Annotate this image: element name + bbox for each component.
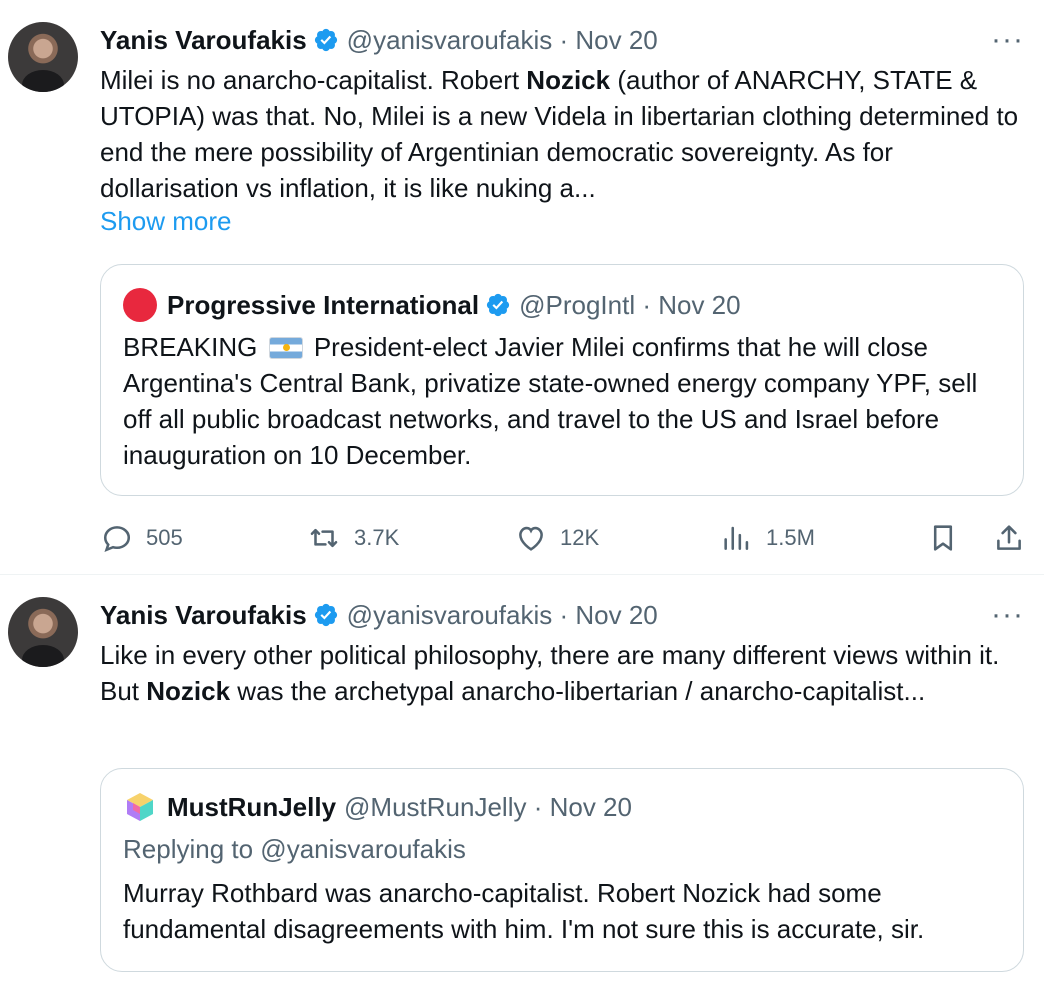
quoted-text-part: BREAKING: [123, 332, 265, 362]
repost-button[interactable]: 3.7K: [306, 518, 399, 558]
repost-icon: [310, 528, 338, 548]
views-chart-icon: [724, 526, 749, 550]
separator-dot: ·: [526, 791, 550, 822]
like-button[interactable]: 12K: [514, 518, 599, 558]
tweet-text: Milei is no anarcho-capitalist. Robert N…: [100, 62, 1020, 206]
tweet-date[interactable]: Nov 20: [575, 600, 657, 631]
like-count: 12K: [560, 525, 600, 550]
tweet-header: Yanis Varoufakis @yanisvaroufakis · Nov …: [100, 20, 658, 60]
repost-count: 3.7K: [354, 525, 400, 550]
quoted-tweet-text: BREAKING President-elect Javier Milei co…: [123, 329, 1003, 473]
tweet-text-bold: Nozick: [146, 676, 231, 706]
more-options-icon[interactable]: ···: [991, 600, 1024, 630]
views-button[interactable]: 1.5M: [720, 518, 815, 558]
tweet-text-bold: Nozick: [526, 65, 611, 95]
views-count: 1.5M: [766, 525, 815, 550]
action-bar: 505 3.7K 12K 1.5M: [100, 518, 1030, 558]
tweet-2[interactable]: Yanis Varoufakis @yanisvaroufakis · Nov …: [0, 575, 1044, 986]
avatar[interactable]: [8, 22, 78, 92]
reply-count: 505: [146, 525, 183, 550]
quoted-tweet[interactable]: MustRunJelly @MustRunJelly · Nov 20 Repl…: [100, 768, 1024, 972]
quoted-tweet-header: Progressive International @ProgIntl · No…: [123, 285, 741, 325]
separator-dot: ·: [635, 289, 659, 320]
share-button[interactable]: [992, 518, 1038, 558]
quoted-author-handle: @ProgIntl: [519, 289, 636, 320]
reply-icon: [103, 526, 131, 552]
bookmark-button[interactable]: [926, 518, 972, 558]
author-name[interactable]: Yanis Varoufakis: [100, 600, 307, 631]
author-handle[interactable]: @yanisvaroufakis: [347, 600, 553, 631]
show-more-link[interactable]: Show more: [100, 206, 232, 237]
quoted-author-name: MustRunJelly: [167, 791, 337, 822]
author-handle[interactable]: @yanisvaroufakis: [347, 25, 553, 56]
tweet-header: Yanis Varoufakis @yanisvaroufakis · Nov …: [100, 595, 658, 635]
quoted-avatar: [127, 793, 153, 821]
reply-button[interactable]: 505: [100, 518, 183, 558]
tweet-text-part: was the archetypal anarcho-libertarian /…: [230, 676, 926, 706]
quoted-date: Nov 20: [658, 289, 741, 320]
quoted-author-name: Progressive International: [167, 289, 480, 320]
argentina-flag-icon: [268, 337, 303, 359]
quoted-author-handle: @MustRunJelly: [344, 791, 527, 822]
quoted-tweet[interactable]: Progressive International @ProgIntl · No…: [100, 264, 1024, 496]
verified-badge-icon: [487, 293, 510, 317]
verified-badge-icon: [314, 603, 337, 627]
replying-to: Replying to @yanisvaroufakis: [123, 834, 466, 864]
tweet-text-part: Milei is no anarcho-capitalist. Robert: [100, 65, 527, 95]
separator-dot: ·: [552, 599, 576, 630]
quoted-tweet-header: MustRunJelly @MustRunJelly · Nov 20: [123, 787, 632, 827]
heart-icon: [519, 526, 543, 551]
tweet-date[interactable]: Nov 20: [575, 25, 657, 56]
separator-dot: ·: [552, 24, 576, 55]
more-options-icon[interactable]: ···: [991, 25, 1024, 55]
tweet-1[interactable]: Yanis Varoufakis @yanisvaroufakis · Nov …: [0, 0, 1044, 574]
tweet-text: Like in every other political philosophy…: [100, 637, 1020, 709]
quoted-avatar: [123, 288, 157, 322]
share-icon: [997, 525, 1021, 550]
avatar[interactable]: [8, 597, 78, 667]
verified-badge-icon: [314, 28, 337, 52]
bookmark-icon: [933, 525, 953, 551]
quoted-tweet-text: Murray Rothbard was anarcho-capitalist. …: [123, 878, 925, 944]
author-name[interactable]: Yanis Varoufakis: [100, 25, 307, 56]
quoted-date: Nov 20: [549, 791, 632, 822]
